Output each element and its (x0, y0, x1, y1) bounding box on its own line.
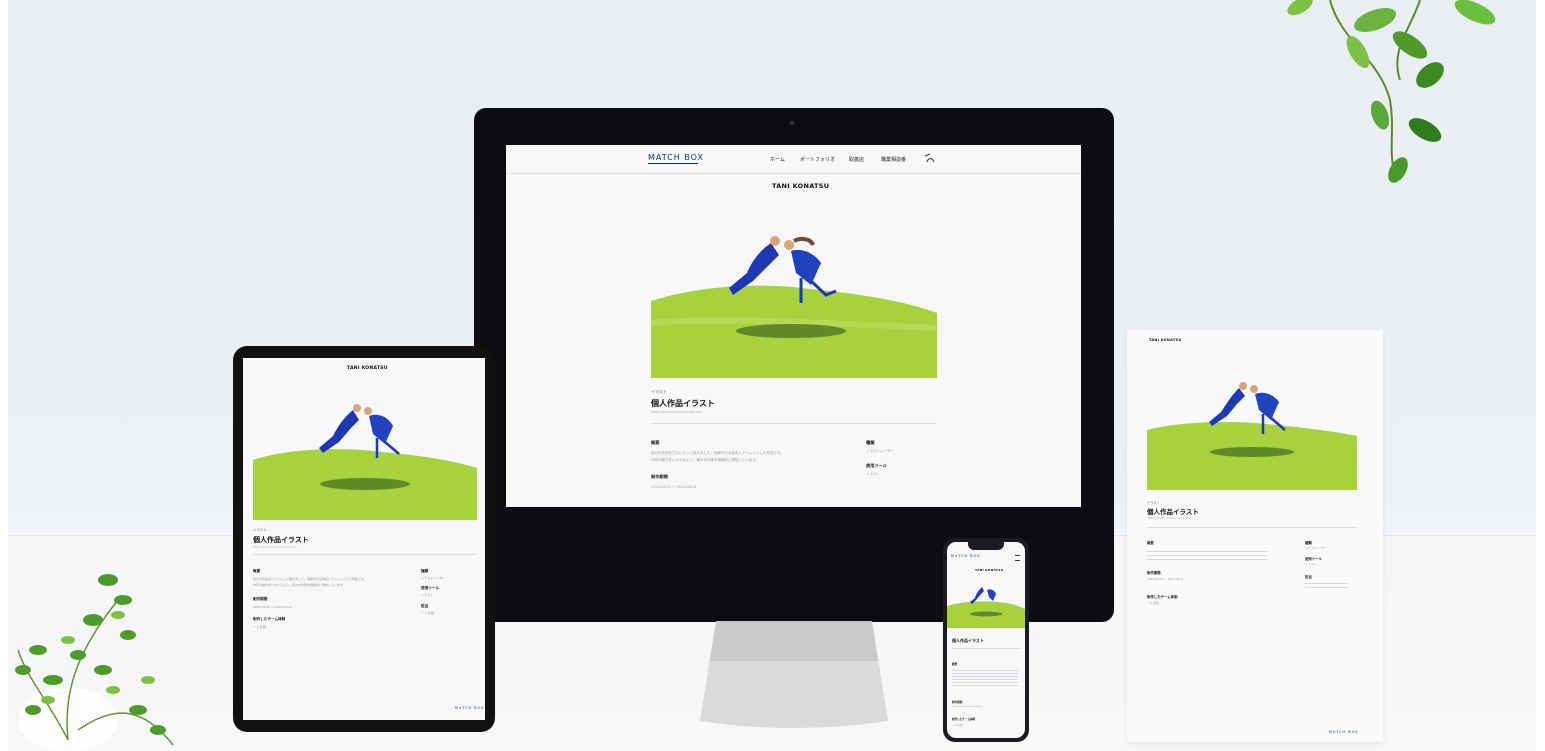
sheet-side-value-2: イラスト (1305, 562, 1317, 566)
potted-plant (15, 574, 174, 751)
sheet-team-value: ー 2 名等 (1147, 601, 1159, 605)
desktop-screen: MATCH BOX ホーム ポートフォリオ 取扱店 職業相談番 TANI KON… (506, 145, 1081, 507)
tablet-category: イラスト (253, 528, 267, 532)
hanging-plant (1287, 0, 1496, 183)
tablet-side-value-1: イラストレーター (421, 576, 445, 580)
tablet-screen: TANI KONATSU イラスト 個人作品イラスト http://xxxxxx… (243, 358, 485, 720)
overview-line-2: 作家の魅力をいかせるよう、様々な作風を積極的に発信しています。 (651, 458, 760, 462)
phone-artwork-illustration[interactable] (947, 582, 1025, 628)
sheet-divider (1147, 527, 1357, 528)
overview-label: 概要 (651, 440, 660, 445)
phone-overview-text (952, 668, 1018, 686)
sheet-artist-name: TANI KONATSU (1149, 338, 1182, 342)
tablet-side-value-2: イラスト (421, 593, 433, 597)
artist-name: TANI KONATSU (772, 182, 830, 190)
phone-team-label: 制作したチーム体制 (952, 718, 976, 721)
tablet-artist-name: TANI KONATSU (347, 366, 388, 371)
period-label: 制作期間 (651, 474, 668, 479)
tablet-url[interactable]: http://xxxxxxxxxxxxxxxx.xxx (253, 545, 297, 549)
work-category: イラスト (651, 389, 667, 394)
tablet-period-label: 制作期間 (253, 597, 268, 601)
tablet-period-value: 2024.04.01 〜 2024.08.01 (253, 605, 293, 609)
sheet-overview-label: 概要 (1147, 541, 1154, 545)
phone-period-label: 制作期間 (952, 701, 963, 704)
tablet-divider (253, 554, 477, 555)
site-logo[interactable]: MATCH BOX (648, 153, 704, 162)
tablet-title: 個人作品イラスト (253, 536, 309, 544)
tablet-overview-label: 概要 (253, 569, 261, 573)
sheet-title: 個人作品イラスト (1147, 508, 1199, 516)
sheet-side-value-1: イラストレーター (1305, 546, 1328, 550)
phone-logo[interactable]: MATCH BOX (951, 554, 981, 558)
tablet-team-label: 制作したチーム体制 (253, 617, 286, 621)
overview-line-1: 自分の作品をさらにもっと描きました。色鮮やかな色彩にチャレンジした作品です。 (651, 451, 784, 455)
phone-team-value: ー 2 名等 (952, 724, 963, 727)
work-title: 個人作品イラスト (651, 399, 715, 408)
side-value-tools: イラスト (866, 472, 880, 476)
logo-underline (648, 163, 698, 164)
camera-icon (790, 121, 794, 125)
tablet-side-label-1: 種類 (421, 569, 429, 573)
sheet-team-label: 制作したチーム体制 (1147, 595, 1178, 599)
phone-period-text (952, 706, 982, 707)
sheet-period-value: 2024.04.01 〜 2024.08.01 (1147, 577, 1184, 581)
tablet-side-label-3: 担当 (421, 604, 429, 608)
nav-stores[interactable]: 取扱店 (849, 156, 864, 163)
title-divider (651, 423, 937, 424)
tablet-footer-logo[interactable]: MATCH BOX (455, 706, 485, 710)
period-value: 2024.04.01 〜 2024.08.01 (651, 485, 697, 489)
hamburger-icon[interactable] (1015, 555, 1020, 561)
header-divider (506, 173, 1081, 174)
sheet-footer-logo: MATCH BOX (1329, 730, 1359, 734)
phone-title: 個人作品イラスト (952, 638, 984, 643)
menu-icon[interactable] (924, 153, 936, 163)
phone-overview-label: 概要 (952, 663, 958, 666)
phone-artist-name: TANI KONATSU (975, 568, 1004, 572)
nav-portfolio[interactable]: ポートフォリオ (800, 156, 835, 163)
phone-divider (952, 648, 1020, 649)
sheet-side-text-3 (1305, 580, 1347, 588)
work-url[interactable]: http://xxxxxxxxxxxxxxxx.xxx (651, 410, 702, 414)
sheet-category: イラスト (1147, 501, 1160, 505)
side-value-type: イラストレーター (866, 449, 894, 453)
phone-notch (968, 542, 1004, 550)
nav-home[interactable]: ホーム (770, 156, 785, 163)
nav-consult[interactable]: 職業相談番 (881, 156, 906, 163)
side-label-type: 種類 (866, 440, 875, 445)
sheet-side-label-3: 担当 (1305, 575, 1312, 579)
sheet-period-label: 制作期間 (1147, 571, 1161, 575)
print-sheet: TANI KONATSU イラスト 個人作品イラスト http://xxxxxx… (1127, 330, 1383, 742)
artwork-illustration[interactable] (651, 233, 937, 378)
tablet-overview-line-2: 作家の魅力をいかせるよう、様々な作風を積極的に発信しています。 (253, 583, 346, 587)
imac-stand (700, 621, 888, 728)
side-label-tools: 使用ツール (866, 463, 887, 468)
tablet-team-value: ー 2 名等 (253, 625, 266, 629)
phone-screen: MATCH BOX TANI KONATSU 個人作品イラスト 概要 制作期間 … (947, 542, 1025, 738)
tablet-artwork-illustration[interactable] (253, 398, 477, 520)
tablet-side-value-3: ー 1 名等 (421, 611, 434, 615)
sheet-url: http://xxxxxxxxxxxxxxxx.xxx (1147, 516, 1191, 520)
tablet-side-label-2: 使用ツール (421, 586, 439, 590)
sheet-overview-text (1147, 548, 1267, 560)
sheet-artwork-illustration (1147, 380, 1357, 490)
